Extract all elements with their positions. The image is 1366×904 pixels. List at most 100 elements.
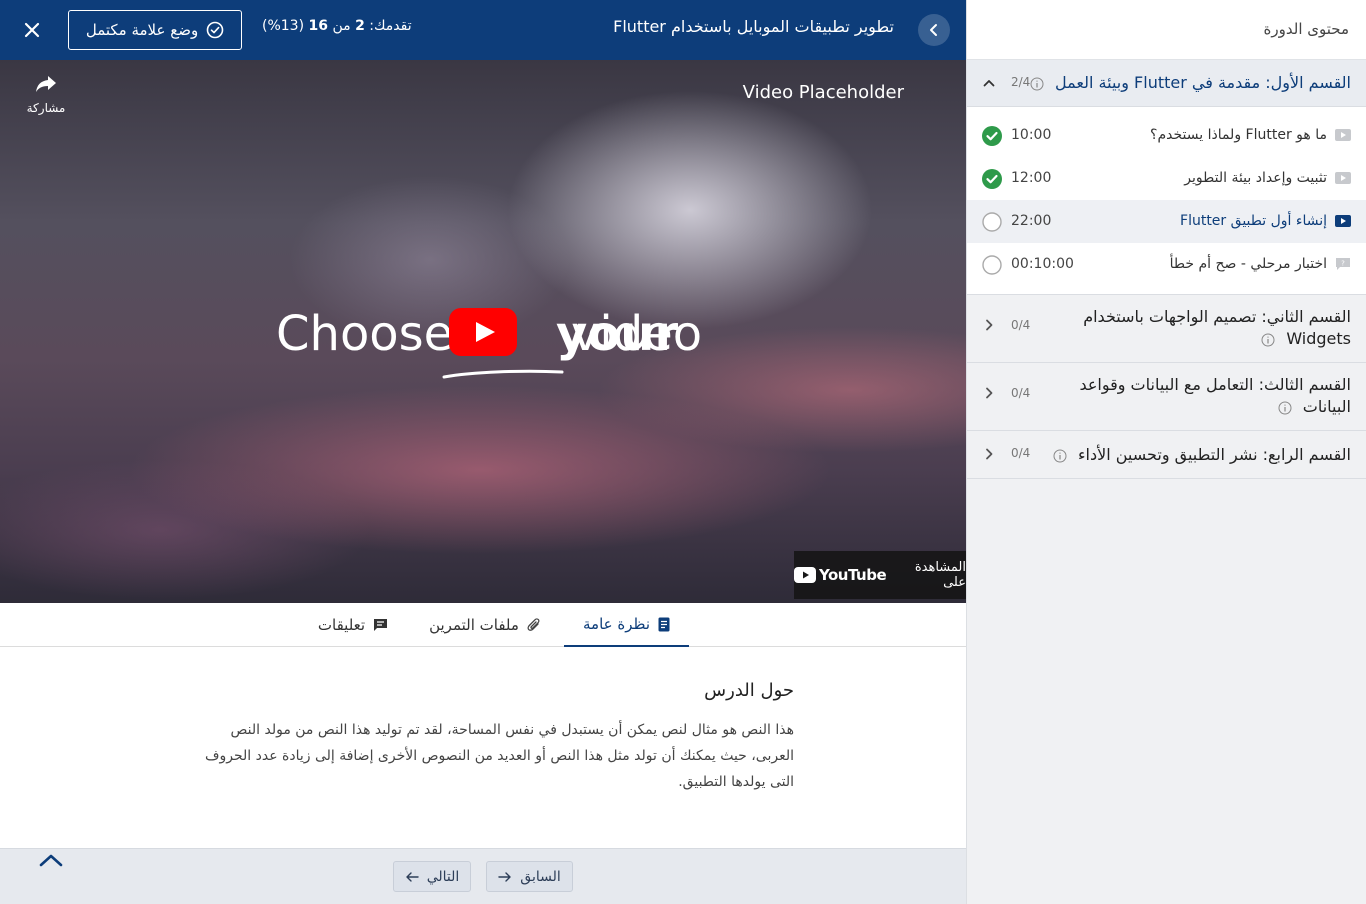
section-1-title-text: القسم الأول: مقدمة في Flutter وبيئة العم… (1055, 73, 1351, 92)
section-1-header[interactable]: 2/4 القسم الأول: مقدمة في Flutter وبيئة … (967, 60, 1366, 107)
progress-of: من (332, 18, 351, 34)
previous-button[interactable]: السابق (486, 861, 573, 892)
lesson-item-current[interactable]: 22:00 إنشاء أول تطبيق Flutter (967, 200, 1366, 243)
youtube-play-icon (449, 308, 517, 356)
chevron-up-icon (981, 75, 997, 91)
lesson-title: إنشاء أول تطبيق Flutter (1180, 213, 1351, 229)
tab-overview-label: نظرة عامة (583, 615, 650, 633)
section-3-title: القسم الثالث: التعامل مع البيانات وقواعد… (1071, 374, 1351, 418)
headline-underline (442, 369, 564, 379)
svg-text:?: ? (1341, 260, 1345, 268)
section-3-count: 0/4 (1011, 386, 1031, 400)
info-icon (1053, 449, 1067, 463)
lesson-tabs: نظرة عامة ملفات التمرين تعليقات (0, 603, 966, 647)
lesson-item[interactable]: 00:10:00 ? اختبار مرحلي - صح أم خطأ (967, 243, 1366, 286)
watch-on-youtube-button[interactable]: المشاهدة على YouTube (794, 551, 966, 599)
section-4-count: 0/4 (1011, 446, 1031, 460)
progress-text: تقدمك: 2 من 16 (13%) (262, 18, 412, 34)
section-2-count: 0/4 (1011, 318, 1031, 332)
section-2-header[interactable]: 0/4 القسم الثاني: تصميم الواجهات باستخدا… (967, 295, 1366, 363)
info-icon (1030, 77, 1044, 91)
section-3-title-text: القسم الثالث: التعامل مع البيانات وقواعد… (1079, 375, 1351, 416)
scroll-top-button[interactable] (36, 849, 66, 871)
comment-icon (373, 618, 388, 632)
lesson-footer: السابق التالي (0, 848, 966, 904)
lesson-title-text: إنشاء أول تطبيق Flutter (1180, 213, 1327, 229)
mark-complete-button[interactable]: وضع علامة مكتمل (68, 10, 242, 50)
previous-label: السابق (520, 868, 561, 885)
youtube-label: YouTube (819, 566, 887, 584)
video-player[interactable]: مشاركة Video Placeholder Choose your vid… (0, 60, 966, 603)
section-4-title: القسم الرابع: نشر التطبيق وتحسين الأداء (1053, 444, 1351, 466)
check-circle-icon (206, 21, 224, 39)
lesson-main: وضع علامة مكتمل تقدمك: 2 من 16 (13%) تطو… (0, 0, 966, 904)
completed-check-icon (982, 169, 1002, 189)
paperclip-icon (527, 617, 541, 633)
chevron-right-icon (981, 385, 997, 401)
progress-total: 16 (308, 18, 328, 34)
lesson-duration: 22:00 (1011, 213, 1052, 229)
lesson-title-text: تثبيت وإعداد بيئة التطوير (1184, 170, 1327, 186)
top-bar: وضع علامة مكتمل تقدمك: 2 من 16 (13%) تطو… (0, 0, 966, 60)
lesson-title: تثبيت وإعداد بيئة التطوير (1184, 170, 1351, 186)
document-icon (658, 617, 670, 632)
lesson-item[interactable]: 10:00 ما هو Flutter ولماذا يستخدم؟ (967, 114, 1366, 157)
collapse-sidebar-button[interactable] (918, 14, 950, 46)
video-icon (1335, 172, 1351, 184)
section-4-title-text: القسم الرابع: نشر التطبيق وتحسين الأداء (1078, 445, 1351, 464)
lesson-duration: 10:00 (1011, 127, 1052, 143)
section-3-header[interactable]: 0/4 القسم الثالث: التعامل مع البيانات وق… (967, 363, 1366, 431)
share-button[interactable]: مشاركة (22, 74, 70, 115)
close-button[interactable] (16, 14, 48, 46)
tab-exercise-files[interactable]: ملفات التمرين (410, 603, 560, 647)
progress-done: 2 (355, 18, 365, 34)
play-button[interactable] (449, 308, 517, 356)
share-icon (36, 76, 56, 92)
section-1-title: القسم الأول: مقدمة في Flutter وبيئة العم… (1030, 72, 1351, 94)
tab-overview[interactable]: نظرة عامة (564, 603, 689, 647)
overview-body: هذا النص هو مثال لنص يمكن أن يستبدل في ن… (204, 722, 794, 790)
close-icon (24, 22, 40, 38)
headline-word-1: Choose (276, 306, 454, 362)
lesson-duration: 12:00 (1011, 170, 1052, 186)
youtube-logo: YouTube (794, 566, 887, 584)
video-icon (1335, 215, 1351, 227)
section-2-title-text: القسم الثاني: تصميم الواجهات باستخدام Wi… (1083, 307, 1351, 348)
incomplete-circle-icon (982, 212, 1002, 232)
youtube-icon (794, 567, 816, 583)
incomplete-circle-icon (982, 255, 1002, 275)
chevron-right-icon (981, 446, 997, 462)
mark-complete-label: وضع علامة مكتمل (85, 21, 199, 39)
watch-on-label: المشاهدة على (914, 560, 966, 590)
lesson-item[interactable]: 12:00 تثبيت وإعداد بيئة التطوير (967, 157, 1366, 200)
tab-comments[interactable]: تعليقات (300, 603, 406, 647)
lesson-overview: حول الدرس هذا النص هو مثال لنص يمكن أن ي… (190, 680, 794, 795)
section-1-lessons: 10:00 ما هو Flutter ولماذا يستخدم؟ 12:00… (967, 107, 1366, 295)
share-label: مشاركة (26, 101, 66, 115)
lesson-title-text: ما هو Flutter ولماذا يستخدم؟ (1150, 127, 1327, 143)
tab-comments-label: تعليقات (317, 616, 366, 634)
lesson-duration: 00:10:00 (1011, 256, 1074, 272)
tab-exercise-files-label: ملفات التمرين (429, 616, 519, 634)
arrow-right-icon (498, 871, 511, 882)
chevron-right-icon (981, 317, 997, 333)
section-2-title: القسم الثاني: تصميم الواجهات باستخدام Wi… (1071, 306, 1351, 350)
info-icon (1261, 333, 1275, 347)
next-button[interactable]: التالي (393, 861, 471, 892)
section-1-count: 2/4 (1011, 75, 1031, 89)
course-content-sidebar: محتوى الدورة 2/4 القسم الأول: مقدمة في F… (966, 0, 1366, 904)
next-label: التالي (426, 868, 460, 885)
overview-heading: حول الدرس (704, 680, 794, 701)
progress-prefix: تقدمك: (369, 18, 412, 34)
arrow-left-icon (406, 871, 419, 882)
lesson-title-text: اختبار مرحلي - صح أم خطأ (1169, 256, 1327, 272)
sidebar-header: محتوى الدورة (967, 0, 1366, 60)
video-placeholder-label: Video Placeholder (742, 82, 904, 103)
info-icon (1278, 401, 1292, 415)
course-title: تطوير تطبيقات الموبايل باستخدام Flutter (613, 17, 894, 36)
lesson-title: ما هو Flutter ولماذا يستخدم؟ (1150, 127, 1351, 143)
section-4-header[interactable]: 0/4 القسم الرابع: نشر التطبيق وتحسين الأ… (967, 431, 1366, 479)
completed-check-icon (982, 126, 1002, 146)
chevron-up-icon (39, 854, 63, 867)
chevron-left-icon (930, 24, 937, 36)
